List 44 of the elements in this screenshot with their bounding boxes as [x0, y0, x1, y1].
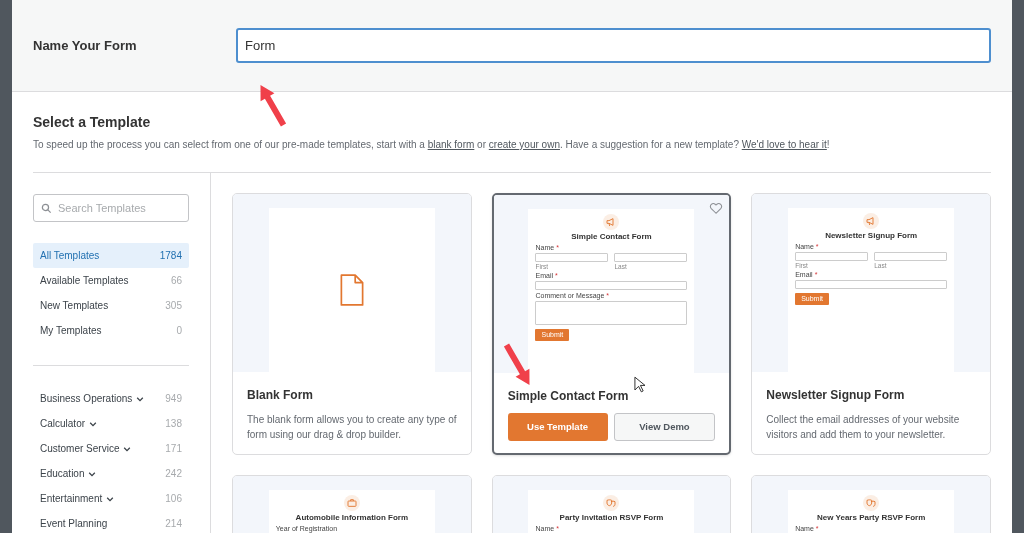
- search-field[interactable]: Search Templates: [33, 194, 189, 222]
- masks-icon: [863, 495, 880, 511]
- template-card[interactable]: Blank Form The blank form allows you to create any type of form using our drag & drop builder.: [232, 193, 472, 455]
- filter-item[interactable]: My Templates 0: [33, 318, 189, 343]
- section-description: To speed up the process you can select from one of our pre-made templates, start with a blank form or create your own. Have a suggestion for a new template? We'd love to hear it!: [33, 138, 831, 152]
- search-icon: [41, 203, 52, 214]
- masks-icon: [603, 495, 620, 511]
- chevron-icon: [88, 469, 97, 478]
- preview-title: Newsletter Signup Form: [824, 231, 919, 241]
- section-title: Select a Template: [33, 113, 152, 132]
- preview-title: Simple Contact Form: [570, 232, 653, 242]
- preview-title: Automobile Information Form: [294, 513, 410, 523]
- preview-title: Party Invitation RSVP Form: [558, 513, 665, 523]
- category-item[interactable]: Entertainment 106: [33, 486, 189, 511]
- megaphone-icon: [863, 213, 880, 229]
- category-item[interactable]: Event Planning 214: [33, 511, 189, 533]
- category-item[interactable]: Education 242: [33, 461, 189, 486]
- template-title: Simple Contact Form: [507, 388, 630, 405]
- chevron-icon: [136, 394, 145, 403]
- template-title: Newsletter Signup Form: [766, 387, 906, 404]
- cursor-icon: [634, 376, 645, 393]
- text-link[interactable]: blank form: [427, 139, 475, 150]
- category-item[interactable]: Customer Service 171: [33, 436, 189, 461]
- text-link[interactable]: We'd love to hear it: [741, 139, 827, 150]
- template-description: Collect the email addresses of your website visitors and add them to your newsletter.: [766, 413, 961, 442]
- chevron-icon: [89, 419, 98, 428]
- view-demo-button[interactable]: View Demo: [613, 413, 716, 441]
- chevron-icon: [106, 494, 115, 503]
- form-name-input[interactable]: Form: [236, 28, 991, 63]
- category-item[interactable]: Business Operations 949: [33, 386, 189, 411]
- category-item[interactable]: Calculator 138: [33, 411, 189, 436]
- megaphone-icon: [603, 214, 620, 230]
- template-title: Blank Form: [247, 387, 314, 404]
- file-icon: [338, 273, 365, 307]
- template-description: The blank form allows you to create any type of form using our drag & drop builder.: [247, 413, 457, 442]
- filter-item[interactable]: Available Templates 66: [33, 268, 189, 293]
- filter-item[interactable]: New Templates 305: [33, 293, 189, 318]
- text-link[interactable]: create your own: [488, 139, 560, 150]
- preview-title: New Years Party RSVP Form: [816, 513, 927, 523]
- filter-item[interactable]: All Templates 1784: [33, 243, 189, 268]
- chevron-icon: [123, 444, 132, 453]
- field-label: Name Your Form: [33, 36, 138, 55]
- briefcase-icon: [343, 495, 360, 511]
- heart-icon[interactable]: [709, 201, 724, 215]
